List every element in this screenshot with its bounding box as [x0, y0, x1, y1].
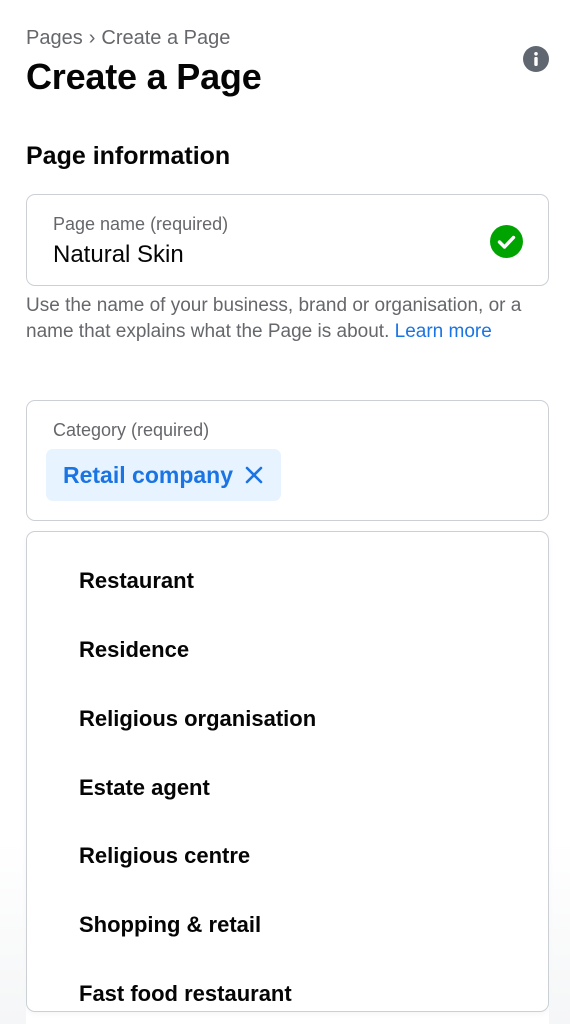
page-title: Create a Page: [26, 56, 262, 97]
create-page-screen: Pages › Create a Page Create a Page Page i…: [0, 0, 570, 1024]
background-fade: [549, 840, 570, 1024]
page-name-label: Page name (required): [53, 214, 229, 234]
breadcrumb-current: Create a Page: [101, 27, 231, 49]
category-chip-label: Retail company: [63, 461, 233, 488]
info-icon[interactable]: [523, 46, 549, 72]
check-circle-icon: [490, 225, 523, 258]
category-option[interactable]: Residence: [79, 637, 189, 663]
page-name-helper-text: Use the name of your business, brand or …: [26, 293, 556, 345]
category-option[interactable]: Shopping & retail: [79, 912, 261, 938]
category-field[interactable]: Category (required) Retail company: [26, 400, 549, 521]
breadcrumb: Pages › Create a Page: [26, 27, 230, 50]
section-title: Page information: [26, 142, 231, 170]
breadcrumb-pages-link[interactable]: Pages: [26, 27, 83, 49]
category-option[interactable]: Fast food restaurant: [79, 981, 292, 1007]
page-name-input[interactable]: [53, 241, 483, 269]
background-fade: [0, 840, 26, 1024]
category-option[interactable]: Religious centre: [79, 843, 250, 869]
category-option[interactable]: Estate agent: [79, 775, 210, 801]
category-label: Category (required): [53, 420, 210, 440]
page-name-field[interactable]: Page name (required): [26, 194, 549, 286]
category-option[interactable]: Religious organisation: [79, 706, 316, 732]
category-dropdown: Restaurant Residence Religious organisat…: [26, 531, 549, 1012]
breadcrumb-separator: ›: [88, 27, 96, 49]
category-chip[interactable]: Retail company: [46, 449, 281, 501]
learn-more-link[interactable]: Learn more: [395, 321, 492, 342]
close-icon[interactable]: [243, 464, 265, 486]
category-option[interactable]: Restaurant: [79, 568, 194, 594]
